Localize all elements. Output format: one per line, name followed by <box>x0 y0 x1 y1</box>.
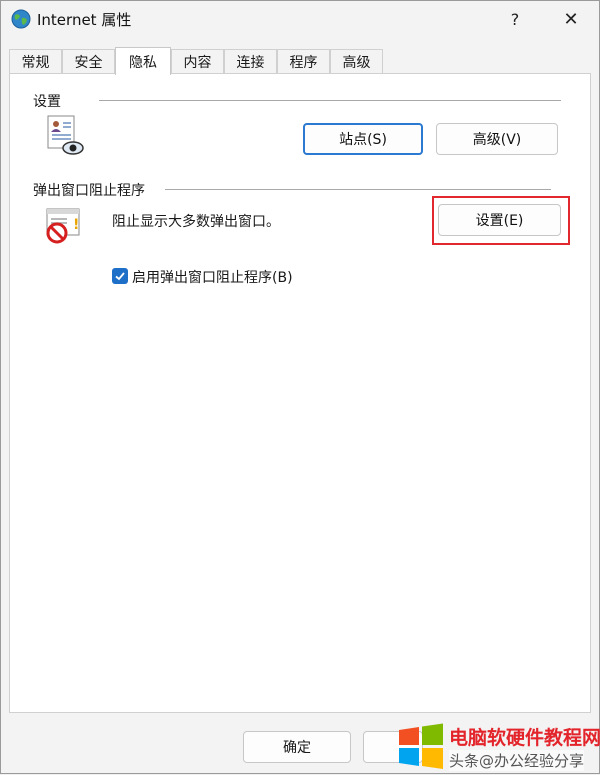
tab-content[interactable]: 内容 <box>171 49 224 74</box>
sites-button[interactable]: 站点(S) <box>303 123 423 155</box>
close-button[interactable]: ✕ <box>549 5 593 33</box>
watermark: 电脑软硬件教程网 头条@办公经验分享 <box>397 716 600 775</box>
tab-security[interactable]: 安全 <box>62 49 115 74</box>
privacy-panel <box>9 73 591 713</box>
tab-privacy[interactable]: 隐私 <box>115 47 171 75</box>
ok-button[interactable]: 确定 <box>243 731 351 763</box>
tab-advanced[interactable]: 高级 <box>330 49 383 74</box>
popup-settings-button[interactable]: 设置(E) <box>438 204 561 236</box>
advanced-button[interactable]: 高级(V) <box>436 123 558 155</box>
svg-text:!: ! <box>73 217 79 233</box>
windows-logo-icon <box>399 723 443 769</box>
popup-blocked-icon: ! <box>46 208 80 244</box>
tab-connections[interactable]: 连接 <box>224 49 277 74</box>
enable-popup-blocker-label[interactable]: 启用弹出窗口阻止程序(B) <box>132 267 293 287</box>
settings-group-title: 设置 <box>33 91 61 111</box>
help-button[interactable]: ? <box>493 5 537 33</box>
watermark-title: 电脑软硬件教程网 <box>449 727 600 749</box>
globe-icon <box>11 9 31 29</box>
settings-group-divider <box>99 100 561 101</box>
tab-strip: 常规 安全 隐私 内容 连接 程序 高级 <box>9 47 593 75</box>
tab-programs[interactable]: 程序 <box>277 49 330 74</box>
tab-general[interactable]: 常规 <box>9 49 62 74</box>
checkmark-icon <box>115 272 125 281</box>
popup-description: 阻止显示大多数弹出窗口。 <box>112 214 280 230</box>
watermark-subtitle: 头条@办公经验分享 <box>449 750 585 771</box>
privacy-document-icon <box>47 115 84 155</box>
internet-properties-window: Internet 属性 ? ✕ 常规 安全 隐私 内容 连接 程序 高级 设置 … <box>0 0 600 774</box>
popup-group-title: 弹出窗口阻止程序 <box>33 180 145 200</box>
popup-group-divider <box>165 189 551 190</box>
enable-popup-blocker-checkbox[interactable] <box>112 268 128 284</box>
title-bar: Internet 属性 ? ✕ <box>1 1 599 39</box>
window-title: Internet 属性 <box>37 11 132 29</box>
